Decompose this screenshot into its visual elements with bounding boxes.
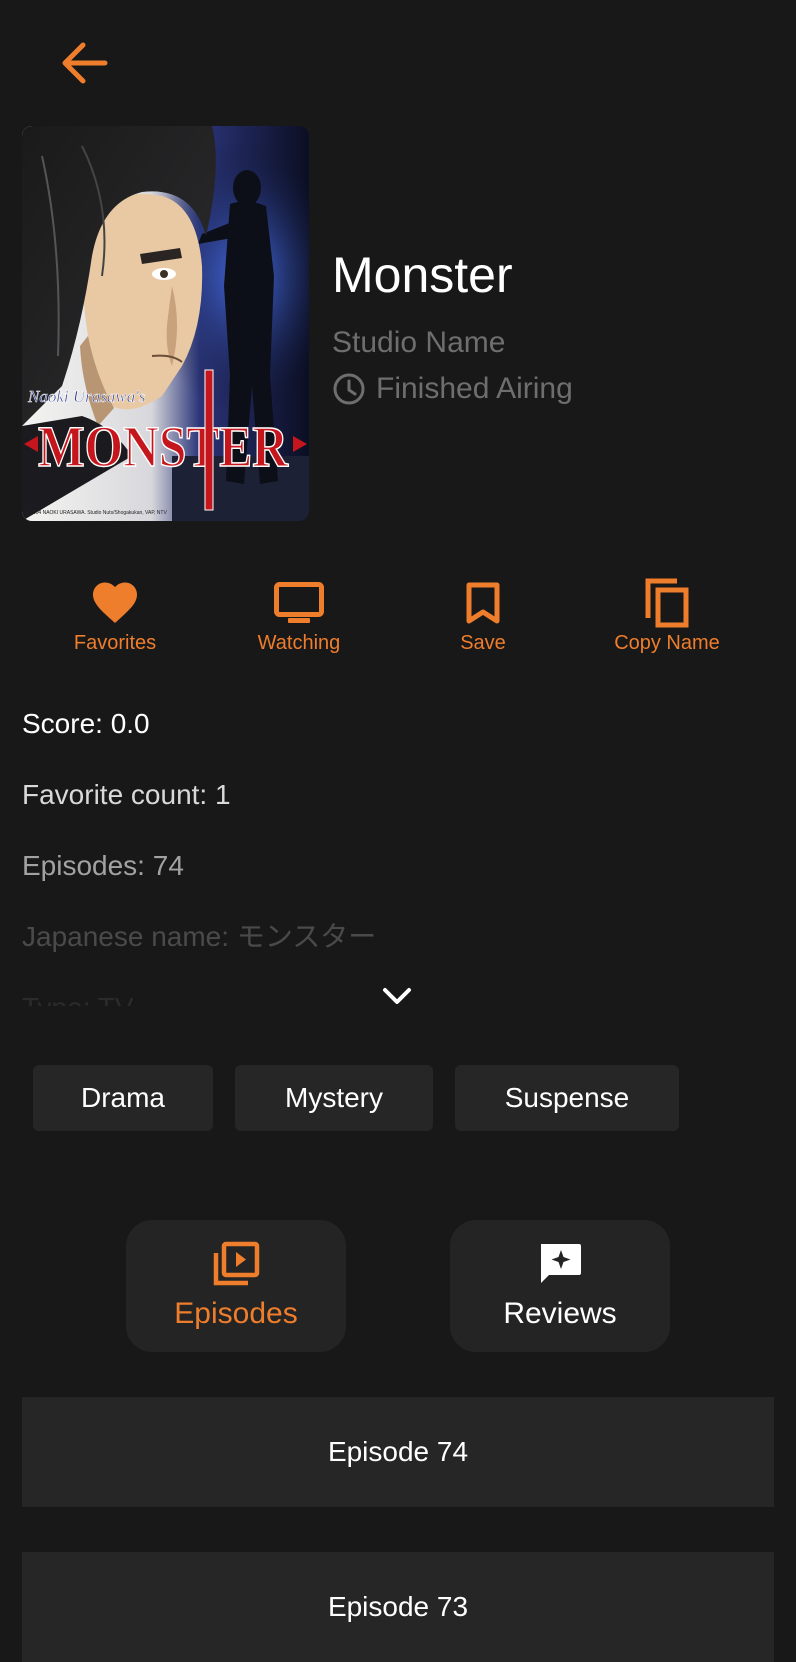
tab-reviews[interactable]: Reviews (450, 1220, 670, 1352)
heart-icon (93, 582, 137, 623)
favorites-label: Favorites (73, 632, 157, 654)
expand-info-button[interactable] (374, 978, 420, 1014)
copy-icon (645, 578, 689, 628)
clock-icon (333, 373, 365, 405)
japanese-name-text: Japanese name: モンスター (22, 921, 377, 952)
genre-chip-suspense[interactable]: Suspense (455, 1065, 679, 1131)
action-bar: Favorites Watching Save Copy Name (22, 576, 774, 668)
anime-info-list: Score: 0.0 Favorite count: 1 Episodes: 7… (22, 706, 774, 1006)
tab-episodes-label: Episodes (174, 1297, 298, 1330)
save-label: Save (460, 632, 506, 654)
tv-icon (274, 582, 324, 623)
review-icon (541, 1244, 581, 1283)
favorite-count-text: Favorite count: 1 (22, 779, 231, 810)
copy-name-label: Copy Name (614, 632, 720, 654)
save-button[interactable]: Save (393, 576, 573, 655)
genre-chip-drama[interactable]: Drama (33, 1065, 213, 1131)
cover-copyright: © 2004 NAOKI URASAWA. Studio Nuts/Shogak… (25, 509, 167, 516)
score-text: Score: 0.0 (22, 708, 150, 739)
bookmark-icon (466, 582, 500, 624)
anime-cover-image: Naoki Urasawa's MONSTER © 2004 NAOKI URA… (22, 126, 309, 521)
tab-reviews-label: Reviews (503, 1297, 617, 1330)
copy-name-button[interactable]: Copy Name (577, 576, 757, 655)
favorites-button[interactable]: Favorites (25, 576, 205, 655)
chevron-down-icon (383, 988, 411, 1004)
watching-label: Watching (257, 632, 341, 654)
video-library-icon (213, 1241, 260, 1286)
watching-button[interactable]: Watching (209, 576, 389, 655)
episode-item[interactable]: Episode 73 (22, 1552, 774, 1662)
cover-series-tag: Naoki Urasawa's (27, 387, 146, 406)
airing-status: Finished Airing (332, 372, 573, 406)
studio-name: Studio Name (332, 326, 506, 359)
genre-chip-mystery[interactable]: Mystery (235, 1065, 433, 1131)
tab-episodes[interactable]: Episodes (126, 1220, 346, 1352)
airing-status-label: Finished Airing (376, 372, 573, 405)
arrow-left-icon (62, 42, 108, 84)
episode-item[interactable]: Episode 74 (22, 1397, 774, 1507)
cover-logo-text: MONSTER (38, 414, 289, 479)
episodes-count-text: Episodes: 74 (22, 850, 184, 881)
anime-title: Monster (332, 247, 513, 303)
back-button[interactable] (50, 32, 118, 94)
